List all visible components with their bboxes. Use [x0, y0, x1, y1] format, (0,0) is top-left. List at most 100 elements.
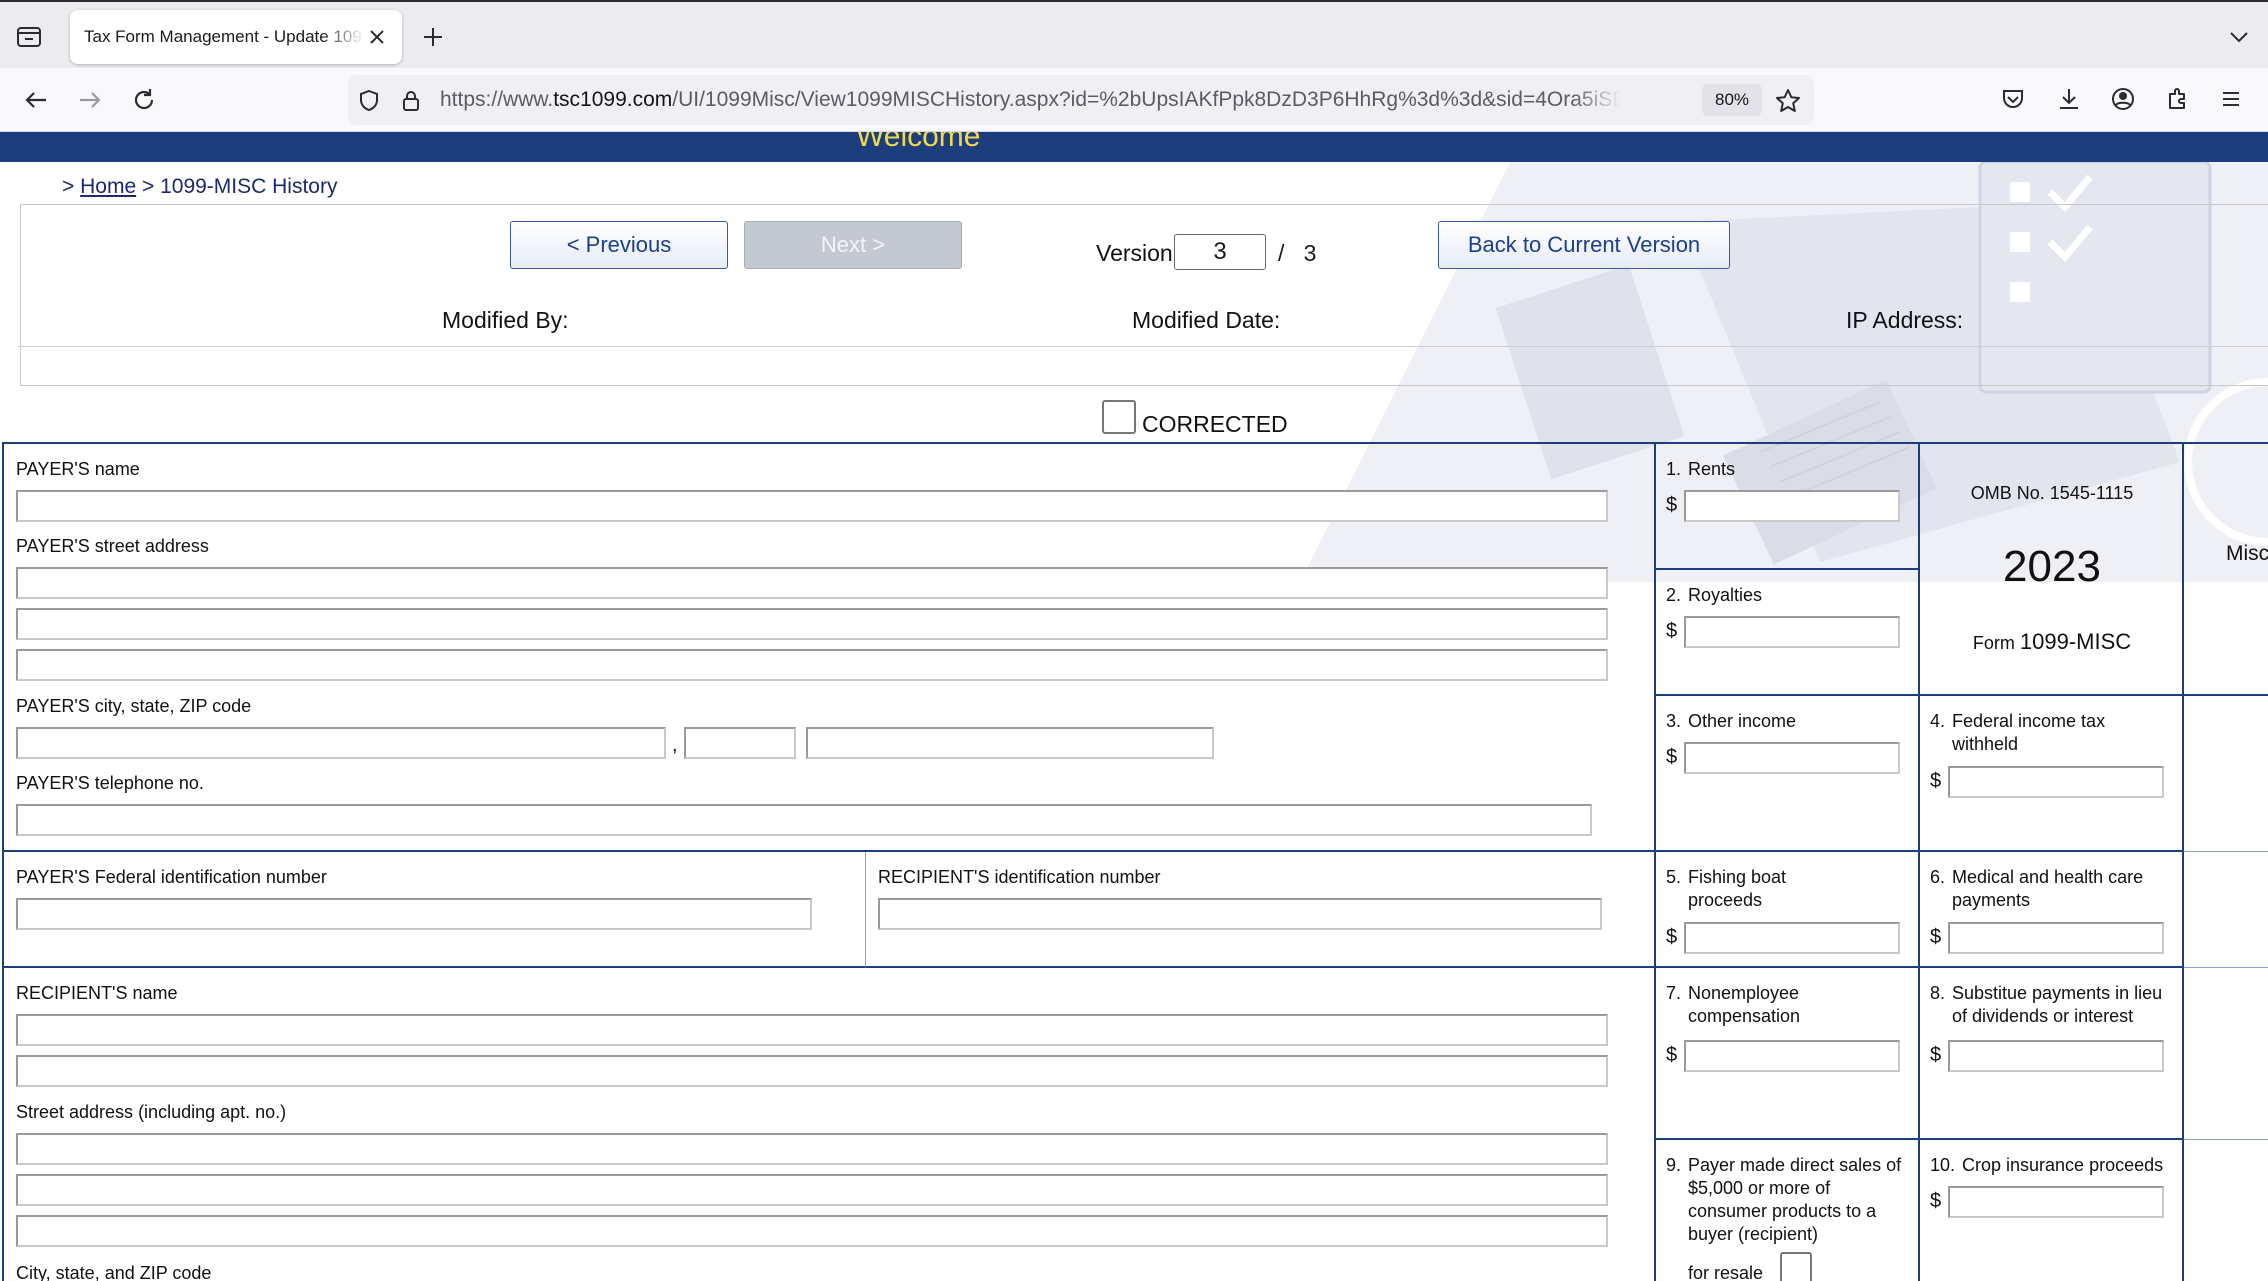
box-9-text: Payer made direct sales of $5,000 or more…	[1688, 1154, 1901, 1246]
box-2-label: 2. Royalties	[1666, 584, 1762, 607]
omb-number: OMB No. 1545-1115	[1970, 483, 2134, 503]
omb-year-section: OMB No. 1545-1115 2023 Form 1099-MISC	[1920, 444, 2184, 696]
form-1099-misc: PAYER'S name PAYER'S street address PAYE…	[2, 442, 2268, 1281]
lock-icon[interactable]	[398, 88, 424, 114]
recipient-street-input-1[interactable]	[16, 1133, 1608, 1165]
next-button[interactable]: Next >	[744, 221, 962, 269]
url-bar[interactable]: https://www.tsc1099.com/UI/1099Misc/View…	[348, 75, 1814, 125]
previous-button[interactable]: < Previous	[510, 221, 728, 269]
box-8-input[interactable]	[1948, 1040, 2164, 1072]
close-icon[interactable]	[366, 26, 388, 48]
recipient-id-section: RECIPIENT'S identification number	[866, 852, 1656, 968]
box-1-currency: $	[1666, 494, 1678, 516]
payer-name-label: PAYER'S name	[16, 459, 140, 479]
back-arrow-icon[interactable]	[20, 84, 52, 116]
box-6-input[interactable]	[1948, 922, 2164, 954]
box-4-input[interactable]	[1948, 766, 2164, 798]
form-id: 1099-MISC	[2019, 629, 2132, 654]
box-8-substitute-payments: 8. Substitue payments in lieu of dividends…	[1920, 968, 2184, 1140]
box-9-direct-sales: 9. Payer made direct sales of $5,000 or mo…	[1656, 1140, 1920, 1281]
plus-icon[interactable]	[418, 22, 448, 52]
box-7-number: 7.	[1666, 983, 1682, 1003]
box-10-input[interactable]	[1948, 1186, 2164, 1218]
box-8-text: Substitue payments in lieu of dividends o…	[1952, 982, 2162, 1028]
url-host: tsc1099.com	[553, 88, 673, 111]
payer-phone-input[interactable]	[16, 804, 1592, 836]
zoom-level-badge[interactable]: 80%	[1702, 84, 1762, 116]
box-1-label: 1. Rents	[1666, 458, 1735, 481]
recipient-name-input-2[interactable]	[16, 1055, 1608, 1087]
tab-list-icon[interactable]	[12, 20, 46, 54]
recipient-id-label: RECIPIENT'S identification number	[878, 867, 1161, 887]
form-prefix: Form	[1972, 633, 2015, 653]
account-icon[interactable]	[2108, 84, 2138, 114]
box-6-number: 6.	[1930, 867, 1946, 887]
box-5-input[interactable]	[1684, 922, 1900, 954]
box-8-currency: $	[1930, 1044, 1942, 1066]
recipient-info-section: RECIPIENT'S name Street address (includi…	[4, 968, 1656, 1281]
version-input[interactable]: 3	[1174, 234, 1266, 270]
box-6-currency: $	[1930, 926, 1942, 948]
shield-icon[interactable]	[356, 88, 382, 114]
street-address-label: Street address (including apt. no.)	[16, 1102, 287, 1122]
box-8-label: 8. Substitue payments in lieu of dividends…	[1930, 982, 2162, 1028]
version-label: Version	[1096, 240, 1173, 266]
browser-tab-active[interactable]: Tax Form Management - Update 1099	[70, 10, 402, 64]
back-to-current-version-button[interactable]: Back to Current Version	[1438, 221, 1730, 269]
reload-icon[interactable]	[128, 84, 160, 116]
menu-icon[interactable]	[2216, 84, 2246, 114]
box-3-other-income: 3. Other income $	[1656, 696, 1920, 852]
box-7-label: 7. Nonemployee compensation	[1666, 982, 1800, 1028]
modified-date-label: Modified Date:	[1132, 307, 1281, 333]
box-7-nonemployee-compensation: 7. Nonemployee compensation $	[1656, 968, 1920, 1140]
payer-street-input-3[interactable]	[16, 649, 1608, 681]
side-spacer	[2184, 852, 2268, 968]
corrected-checkbox[interactable]	[1102, 400, 1136, 434]
box-1-input[interactable]	[1684, 490, 1900, 522]
url-text[interactable]: https://www.tsc1099.com/UI/1099Misc/View…	[440, 88, 1620, 112]
breadcrumb-separator: >	[141, 175, 155, 198]
payer-city-label: PAYER'S city, state, ZIP code	[16, 696, 252, 716]
box-5-text-line-2: proceeds	[1688, 890, 1763, 910]
star-icon[interactable]	[1774, 87, 1802, 115]
box-6-label: 6. Medical and health care payments	[1930, 866, 2143, 912]
version-total: / 3	[1278, 240, 1316, 267]
recipient-street-input-2[interactable]	[16, 1174, 1608, 1206]
payer-zip-input[interactable]	[806, 727, 1214, 759]
box-7-text: Nonemployee compensation	[1688, 982, 1800, 1028]
side-spacer	[2184, 968, 2268, 1140]
form-side-title: Misc	[2226, 542, 2268, 565]
box-9-text-line-2: $5,000 or more of	[1688, 1178, 1831, 1198]
payer-street-input-2[interactable]	[16, 608, 1608, 640]
payer-name-input[interactable]	[16, 490, 1608, 522]
box-4-text-line-2: withheld	[1952, 734, 2019, 754]
version-history-panel	[20, 204, 2268, 386]
download-icon[interactable]	[2054, 84, 2084, 114]
box-8-text-line-1: Substitue payments in lieu	[1952, 983, 2163, 1003]
box-10-currency: $	[1930, 1190, 1942, 1212]
box-3-text: Other income	[1688, 711, 1797, 731]
payer-street-input-1[interactable]	[16, 567, 1608, 599]
box-2-text: Royalties	[1688, 585, 1763, 605]
extensions-icon[interactable]	[2162, 84, 2192, 114]
recipient-street-input-3[interactable]	[16, 1215, 1608, 1247]
box-2-input[interactable]	[1684, 616, 1900, 648]
box-7-input[interactable]	[1684, 1040, 1900, 1072]
payer-city-input[interactable]	[16, 727, 666, 759]
box-9-resale-checkbox[interactable]	[1780, 1252, 1812, 1281]
pocket-icon[interactable]	[1998, 84, 2028, 114]
box-10-crop-insurance: 10. Crop insurance proceeds $	[1920, 1140, 2184, 1281]
payer-fed-id-input[interactable]	[16, 898, 812, 930]
box-10-number: 10.	[1930, 1155, 1956, 1175]
chevron-down-icon[interactable]	[2226, 24, 2252, 50]
forward-arrow-icon[interactable]	[74, 84, 106, 116]
recipient-id-input[interactable]	[878, 898, 1602, 930]
recipient-name-input-1[interactable]	[16, 1014, 1608, 1046]
box-3-input[interactable]	[1684, 742, 1900, 774]
box-10-label: 10. Crop insurance proceeds	[1930, 1154, 2163, 1177]
box-5-text-line-1: Fishing boat	[1688, 867, 1787, 887]
box-2-royalties: 2. Royalties $	[1656, 570, 1920, 696]
box-6-text-line-1: Medical and health care	[1952, 867, 2144, 887]
breadcrumb-home-link[interactable]: Home	[80, 175, 136, 198]
payer-state-input[interactable]	[684, 727, 796, 759]
